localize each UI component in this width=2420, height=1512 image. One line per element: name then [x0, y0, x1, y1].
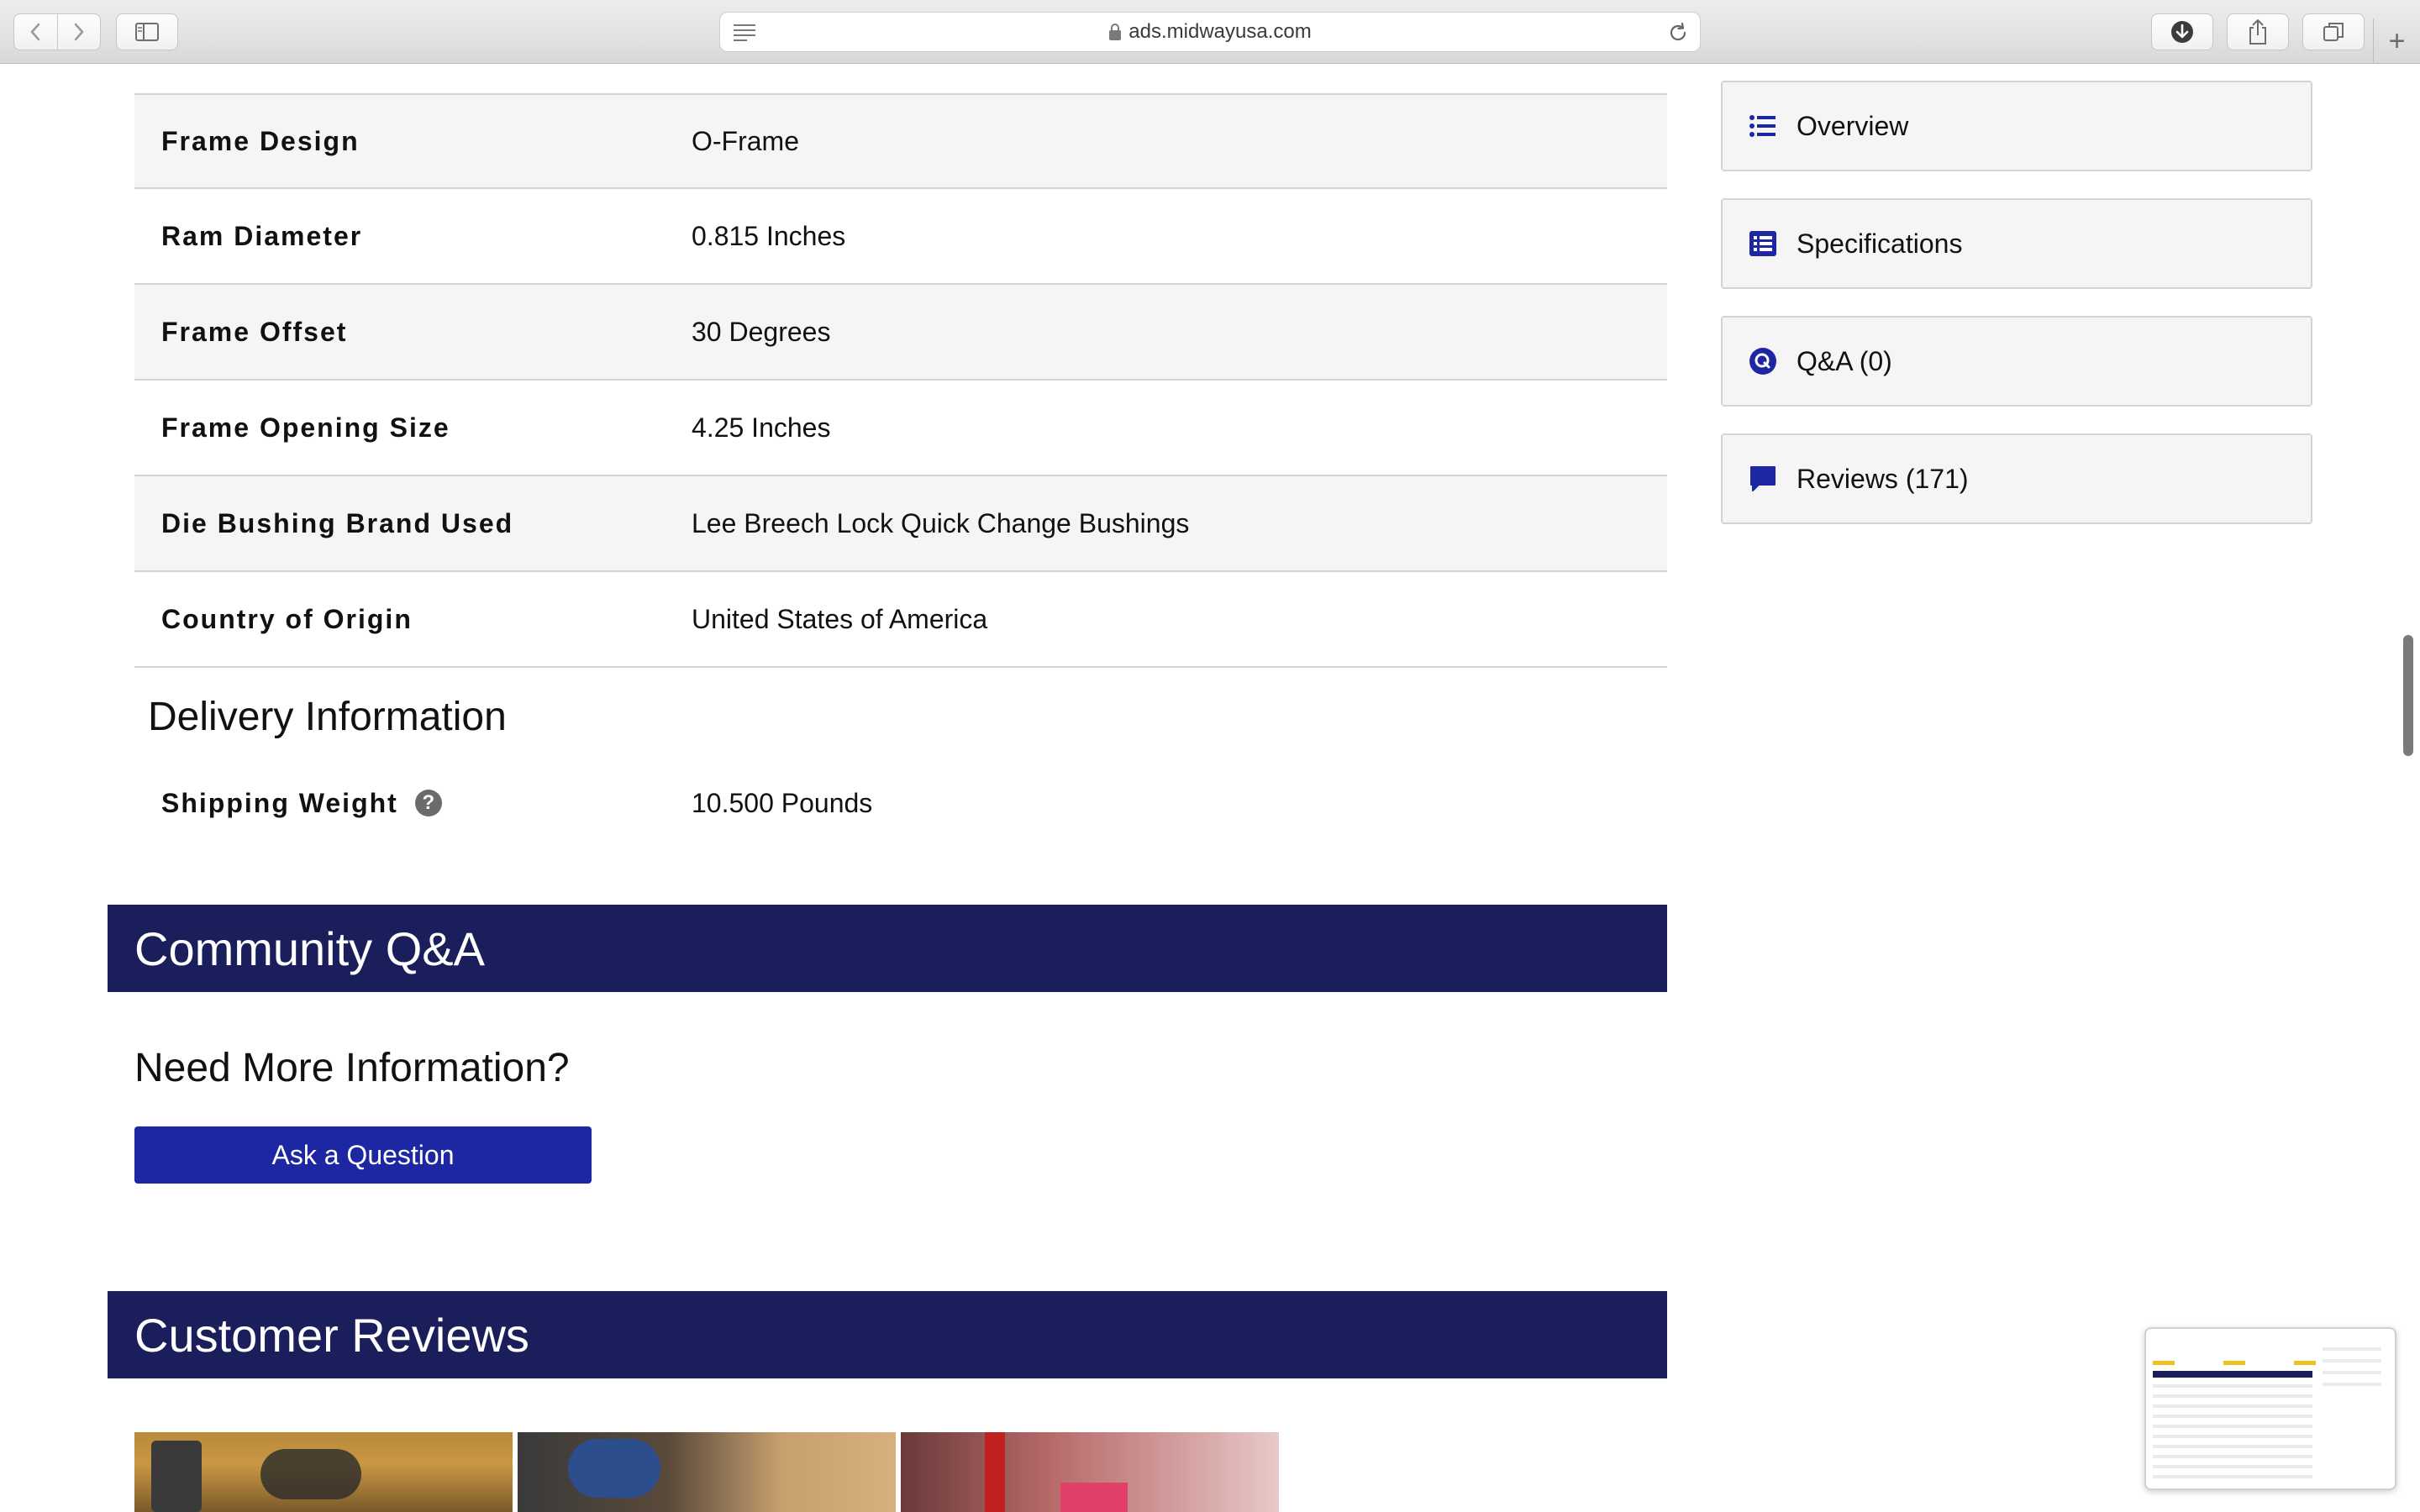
- shipping-weight-row: Shipping Weight ? 10.500 Pounds: [134, 780, 1667, 827]
- preview-mark: [2153, 1465, 2312, 1468]
- tabs-icon: [2323, 23, 2344, 41]
- sidebar-item-label: Specifications: [1797, 228, 1963, 259]
- preview-mark: [2153, 1455, 2312, 1458]
- preview-mark: [2153, 1435, 2312, 1438]
- page-scrollbar[interactable]: [2403, 635, 2413, 756]
- spec-label: Frame Opening Size: [161, 412, 450, 443]
- sidebar-icon: [135, 23, 159, 41]
- preview-mark: [2323, 1383, 2381, 1386]
- preview-mark: [2153, 1445, 2312, 1448]
- browser-toolbar: ads.midwayusa.com +: [0, 0, 2420, 64]
- chevron-right-icon: [74, 23, 83, 41]
- shipping-weight-label: Shipping Weight: [161, 787, 398, 818]
- preview-mark: [2153, 1425, 2312, 1428]
- table-row: Country of Origin United States of Ameri…: [134, 572, 1667, 668]
- need-info-heading: Need More Information?: [134, 1046, 570, 1090]
- downloads-button[interactable]: [2151, 13, 2213, 50]
- review-photo[interactable]: [901, 1432, 1279, 1512]
- preview-mark: [2153, 1415, 2312, 1418]
- share-icon: [2249, 19, 2266, 45]
- preview-mark: [2153, 1384, 2312, 1388]
- ask-question-button[interactable]: Ask a Question: [134, 1126, 592, 1184]
- sidebar-item-overview[interactable]: Overview: [1721, 81, 2312, 171]
- plus-icon: +: [2388, 24, 2406, 57]
- tabs-overview-button[interactable]: [2302, 13, 2365, 50]
- review-photos: [134, 1432, 1279, 1512]
- specifications-table: Frame Design O-Frame Ram Diameter 0.815 …: [134, 93, 1667, 668]
- preview-mark: [2153, 1475, 2312, 1478]
- list-icon: [1748, 111, 1778, 141]
- chevron-left-icon: [31, 23, 40, 41]
- spec-label: Frame Offset: [161, 316, 348, 347]
- chat-bubble-icon: [1748, 464, 1778, 494]
- table-row: Ram Diameter 0.815 Inches: [134, 189, 1667, 285]
- spec-value: 4.25 Inches: [692, 412, 831, 443]
- help-icon[interactable]: ?: [414, 790, 442, 816]
- download-icon: [2171, 21, 2193, 43]
- spec-value: United States of America: [692, 603, 988, 634]
- spec-label: Ram Diameter: [161, 220, 363, 251]
- forward-button[interactable]: [56, 14, 101, 50]
- page-preview-thumbnail[interactable]: [2144, 1327, 2396, 1490]
- sidebar-item-qa[interactable]: Q&A (0): [1721, 316, 2312, 407]
- delivery-heading: Delivery Information: [148, 695, 507, 739]
- url-text: ads.midwayusa.com: [1128, 20, 1312, 43]
- review-photo[interactable]: [134, 1432, 513, 1512]
- spec-label: Frame Design: [161, 125, 360, 156]
- spec-value: Lee Breech Lock Quick Change Bushings: [692, 507, 1190, 538]
- lock-icon: [1108, 23, 1122, 41]
- community-qa-title: Community Q&A: [134, 921, 485, 975]
- history-nav: [13, 13, 101, 50]
- sidebar-item-reviews[interactable]: Reviews (171): [1721, 433, 2312, 524]
- customer-reviews-header: Customer Reviews: [108, 1291, 1667, 1378]
- spec-label: Country of Origin: [161, 603, 413, 634]
- table-row: Frame Design O-Frame: [134, 93, 1667, 189]
- preview-mark: [2153, 1394, 2312, 1398]
- address-bar[interactable]: ads.midwayusa.com: [719, 12, 1701, 52]
- customer-reviews-title: Customer Reviews: [134, 1308, 529, 1362]
- preview-mark: [2223, 1361, 2245, 1365]
- table-row: Frame Offset 30 Degrees: [134, 285, 1667, 381]
- preview-mark: [2323, 1359, 2381, 1362]
- share-button[interactable]: [2227, 13, 2289, 50]
- preview-mark: [2153, 1371, 2312, 1378]
- back-button[interactable]: [14, 14, 57, 50]
- new-tab-button[interactable]: +: [2373, 18, 2420, 64]
- sidebar-item-label: Reviews (171): [1797, 463, 1969, 494]
- preview-mark: [2323, 1347, 2381, 1351]
- sidebar-item-specifications[interactable]: Specifications: [1721, 198, 2312, 289]
- sidebar-item-label: Overview: [1797, 110, 1909, 141]
- spec-value: 30 Degrees: [692, 316, 831, 347]
- spec-list-icon: [1748, 228, 1778, 259]
- community-qa-header: Community Q&A: [108, 905, 1667, 992]
- table-row: Die Bushing Brand Used Lee Breech Lock Q…: [134, 476, 1667, 572]
- preview-mark: [2294, 1361, 2316, 1365]
- reload-icon[interactable]: [1666, 21, 1690, 50]
- spec-value: 0.815 Inches: [692, 220, 846, 251]
- shipping-weight-value: 10.500 Pounds: [692, 787, 873, 818]
- q-circle-icon: [1748, 346, 1778, 376]
- sidebar-toggle-button[interactable]: [116, 13, 178, 50]
- reader-icon[interactable]: [732, 23, 757, 47]
- preview-mark: [2323, 1371, 2381, 1374]
- sidebar-item-label: Q&A (0): [1797, 345, 1892, 376]
- table-row: Frame Opening Size 4.25 Inches: [134, 381, 1667, 476]
- shipping-weight-label-cell: Shipping Weight ?: [134, 788, 692, 819]
- spec-label: Die Bushing Brand Used: [161, 507, 514, 538]
- spec-value: O-Frame: [692, 125, 799, 156]
- preview-mark: [2153, 1361, 2175, 1365]
- preview-mark: [2153, 1404, 2312, 1408]
- review-photo[interactable]: [518, 1432, 896, 1512]
